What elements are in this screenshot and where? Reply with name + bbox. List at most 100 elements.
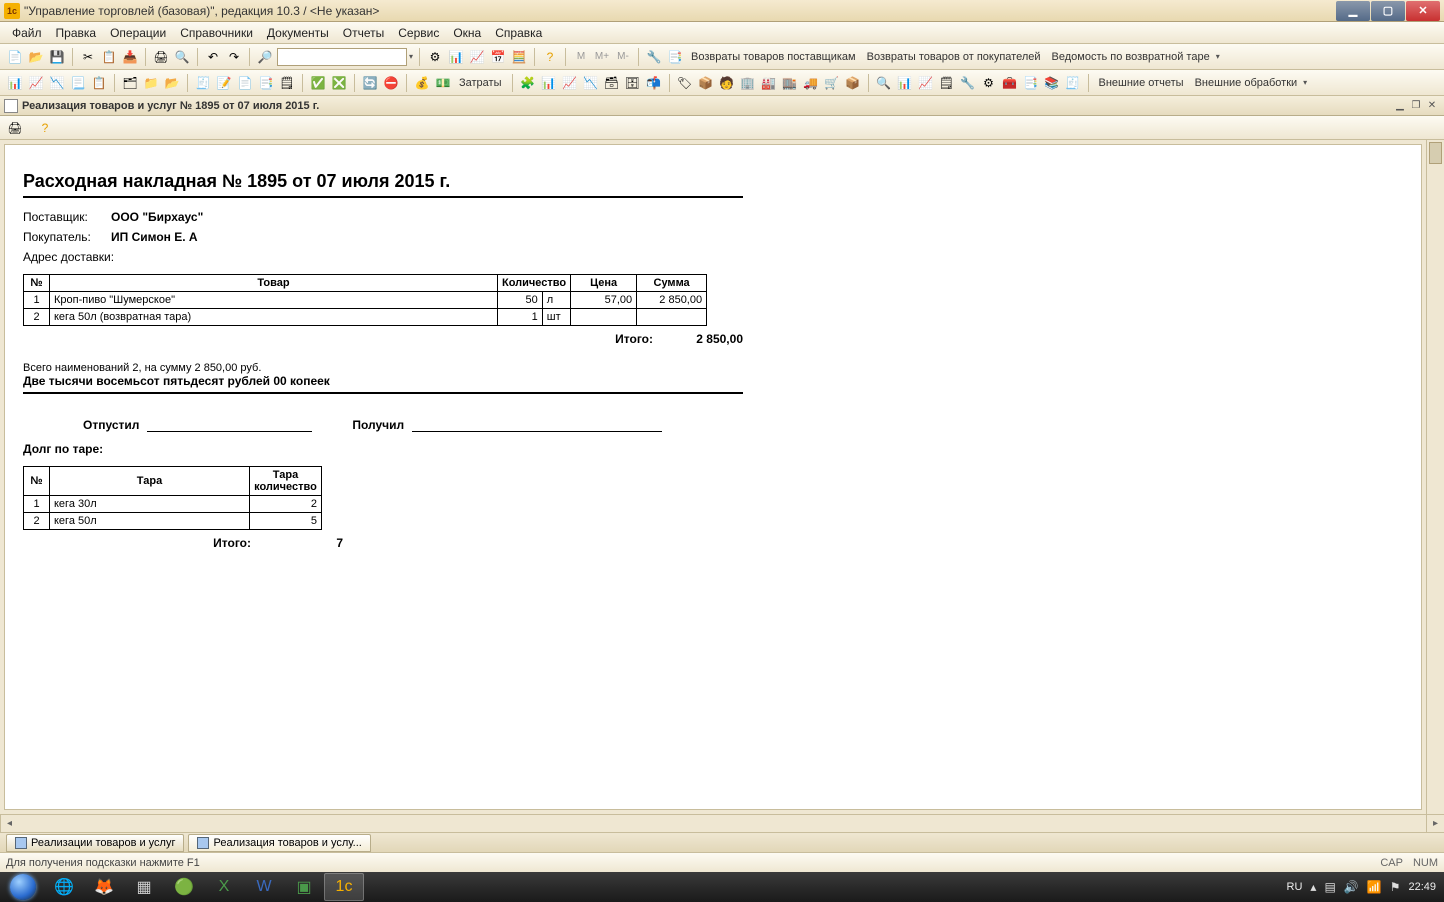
doc-restore-button[interactable]: ❐ bbox=[1408, 99, 1424, 113]
tb2-icon28[interactable]: 📦 bbox=[697, 74, 715, 92]
window-minimize-button[interactable]: ▁ bbox=[1336, 1, 1370, 21]
tb2-icon41[interactable]: ⚙ bbox=[980, 74, 998, 92]
tb2-icon12[interactable]: 📑 bbox=[257, 74, 275, 92]
tb2-icon25[interactable]: 🗄 bbox=[624, 74, 642, 92]
new-icon[interactable]: 📄 bbox=[6, 48, 24, 66]
search-input[interactable] bbox=[277, 48, 407, 66]
taskbar-chrome-icon[interactable]: 🟢 bbox=[164, 873, 204, 901]
print-icon[interactable]: 🖨 bbox=[152, 48, 170, 66]
scroll-left-icon[interactable]: ◂ bbox=[0, 815, 18, 832]
tb2-icon2[interactable]: 📈 bbox=[27, 74, 45, 92]
tare-statement-button[interactable]: Ведомость по возвратной таре bbox=[1048, 48, 1214, 66]
tb2-icon40[interactable]: 🔧 bbox=[959, 74, 977, 92]
horizontal-scrollbar[interactable]: ◂ ▸ bbox=[0, 814, 1444, 832]
tool3-icon[interactable]: 📈 bbox=[468, 48, 486, 66]
tb2-icon13[interactable]: 🗒 bbox=[278, 74, 296, 92]
tb2-icon27[interactable]: 🏷 bbox=[676, 74, 694, 92]
tb2-icon26[interactable]: 📬 bbox=[645, 74, 663, 92]
tb2-icon8[interactable]: 📂 bbox=[163, 74, 181, 92]
tb2-icon29[interactable]: 🧑 bbox=[718, 74, 736, 92]
returns-customers-button[interactable]: Возвраты товаров от покупателей bbox=[863, 48, 1045, 66]
tool-icon[interactable]: ⚙ bbox=[426, 48, 444, 66]
menu-windows[interactable]: Окна bbox=[447, 24, 487, 42]
tray-action-icon[interactable]: ▤ bbox=[1324, 880, 1335, 894]
search-dropdown-icon[interactable]: ▾ bbox=[409, 52, 413, 61]
taskbar-word-icon[interactable]: W bbox=[244, 873, 284, 901]
tb2-icon33[interactable]: 🚚 bbox=[802, 74, 820, 92]
vertical-scrollbar[interactable] bbox=[1426, 140, 1444, 814]
tray-lang[interactable]: RU bbox=[1287, 881, 1303, 893]
tb2-icon30[interactable]: 🏢 bbox=[739, 74, 757, 92]
tb2-icon19[interactable]: 💵 bbox=[434, 74, 452, 92]
tb2-icon36[interactable]: 🔍 bbox=[875, 74, 893, 92]
tab-list[interactable]: Реализации товаров и услуг bbox=[6, 834, 184, 852]
external-reports-button[interactable]: Внешние отчеты bbox=[1095, 74, 1188, 92]
menu-operations[interactable]: Операции bbox=[104, 24, 172, 42]
tb2-icon23[interactable]: 📉 bbox=[582, 74, 600, 92]
tb2-icon24[interactable]: 🗃 bbox=[603, 74, 621, 92]
doc-icon[interactable]: 📑 bbox=[666, 48, 684, 66]
returns-suppliers-button[interactable]: Возвраты товаров поставщикам bbox=[687, 48, 860, 66]
tb2-icon39[interactable]: 🗒 bbox=[938, 74, 956, 92]
menu-service[interactable]: Сервис bbox=[392, 24, 445, 42]
taskbar-1c-icon[interactable]: 1c bbox=[324, 873, 364, 901]
copy-icon[interactable]: 📋 bbox=[100, 48, 118, 66]
open-icon[interactable]: 📂 bbox=[27, 48, 45, 66]
external-processing-button[interactable]: Внешние обработки bbox=[1191, 74, 1302, 92]
toolbar-more-icon[interactable]: ▾ bbox=[1216, 52, 1220, 61]
m-minus-icon[interactable]: M- bbox=[614, 48, 632, 66]
m-plus-icon[interactable]: M+ bbox=[593, 48, 611, 66]
tb2-icon11[interactable]: 📄 bbox=[236, 74, 254, 92]
tb2-icon10[interactable]: 📝 bbox=[215, 74, 233, 92]
tb2-icon22[interactable]: 📈 bbox=[561, 74, 579, 92]
tb2-icon34[interactable]: 🛒 bbox=[823, 74, 841, 92]
window-close-button[interactable]: ✕ bbox=[1406, 1, 1440, 21]
tb2-icon45[interactable]: 🧾 bbox=[1064, 74, 1082, 92]
taskbar-app7-icon[interactable]: ▣ bbox=[284, 873, 324, 901]
find-icon[interactable]: 🔎 bbox=[256, 48, 274, 66]
help2-icon[interactable]: ? bbox=[36, 119, 54, 137]
doc-close-button[interactable]: ✕ bbox=[1424, 99, 1440, 113]
tb2-icon44[interactable]: 📚 bbox=[1043, 74, 1061, 92]
wrench-icon[interactable]: 🔧 bbox=[645, 48, 663, 66]
menu-documents[interactable]: Документы bbox=[261, 24, 335, 42]
tb2-icon5[interactable]: 📋 bbox=[90, 74, 108, 92]
tb2-icon4[interactable]: 📃 bbox=[69, 74, 87, 92]
tb2-icon42[interactable]: 🧰 bbox=[1001, 74, 1019, 92]
tb2-icon37[interactable]: 📊 bbox=[896, 74, 914, 92]
scroll-right-icon[interactable]: ▸ bbox=[1426, 815, 1444, 832]
menu-edit[interactable]: Правка bbox=[50, 24, 103, 42]
tool2-icon[interactable]: 📊 bbox=[447, 48, 465, 66]
tb2-icon20[interactable]: 🧩 bbox=[519, 74, 537, 92]
tb2-icon[interactable]: 📊 bbox=[6, 74, 24, 92]
taskbar-ie-icon[interactable]: 🌐 bbox=[44, 873, 84, 901]
tb2-icon3[interactable]: 📉 bbox=[48, 74, 66, 92]
taskbar-firefox-icon[interactable]: 🦊 bbox=[84, 873, 124, 901]
m-clear-icon[interactable]: M bbox=[572, 48, 590, 66]
tray-up-icon[interactable]: ▴ bbox=[1310, 880, 1316, 894]
tb2-icon9[interactable]: 🧾 bbox=[194, 74, 212, 92]
tb2-icon43[interactable]: 📑 bbox=[1022, 74, 1040, 92]
tb2-icon17[interactable]: ⛔ bbox=[382, 74, 400, 92]
tray-clock[interactable]: 22:49 bbox=[1408, 881, 1436, 893]
start-button[interactable] bbox=[2, 872, 44, 902]
redo-icon[interactable]: ↷ bbox=[225, 48, 243, 66]
tab-doc[interactable]: Реализация товаров и услу... bbox=[188, 834, 370, 852]
tray-sound-icon[interactable]: 🔊 bbox=[1344, 880, 1359, 894]
toolbar2-more-icon[interactable]: ▾ bbox=[1303, 78, 1307, 87]
taskbar-app3-icon[interactable]: ▦ bbox=[124, 873, 164, 901]
taskbar-excel-icon[interactable]: X bbox=[204, 873, 244, 901]
tb2-icon35[interactable]: 📦 bbox=[844, 74, 862, 92]
calculator-icon[interactable]: 🧮 bbox=[510, 48, 528, 66]
print-doc-icon[interactable]: 🖨 bbox=[6, 119, 24, 137]
tb2-icon38[interactable]: 📈 bbox=[917, 74, 935, 92]
tb2-icon7[interactable]: 📁 bbox=[142, 74, 160, 92]
undo-icon[interactable]: ↶ bbox=[204, 48, 222, 66]
tb2-icon21[interactable]: 📊 bbox=[540, 74, 558, 92]
preview-icon[interactable]: 🔍 bbox=[173, 48, 191, 66]
tb2-icon32[interactable]: 🏬 bbox=[781, 74, 799, 92]
expenses-button[interactable]: Затраты bbox=[455, 74, 506, 92]
tray-network-icon[interactable]: 📶 bbox=[1367, 880, 1382, 894]
help-icon[interactable]: ? bbox=[541, 48, 559, 66]
paste-icon[interactable]: 📥 bbox=[121, 48, 139, 66]
